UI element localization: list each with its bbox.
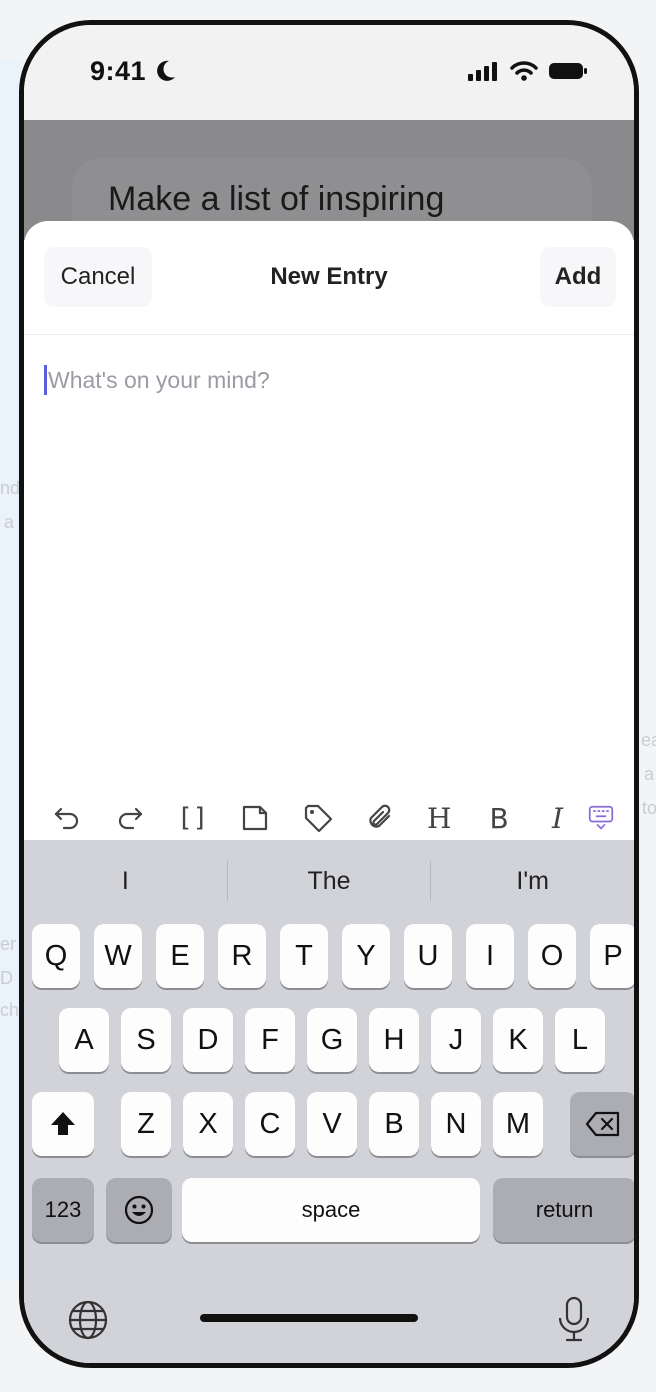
emoji-key[interactable] (106, 1178, 172, 1242)
cellular-signal-icon (468, 61, 500, 86)
shift-icon (51, 1112, 75, 1135)
add-button[interactable]: Add (540, 247, 616, 307)
status-time: 9:41 (90, 56, 147, 86)
background-text: D (0, 968, 13, 988)
key-u[interactable]: U (404, 924, 452, 988)
status-icons (468, 61, 588, 86)
suggestion-bar: I The I'm (24, 840, 634, 922)
suggestion-item[interactable]: The (228, 861, 432, 901)
italic-icon[interactable]: I (548, 795, 584, 841)
tag-icon[interactable] (298, 795, 361, 841)
key-t[interactable]: T (280, 924, 328, 988)
key-i[interactable]: I (466, 924, 514, 988)
brackets-label: [] (177, 803, 209, 833)
italic-label: I (552, 801, 564, 835)
return-key[interactable]: return (493, 1178, 634, 1242)
brackets-icon[interactable]: [] (173, 795, 236, 841)
sheet-title-label: New Entry (270, 263, 388, 290)
key-x[interactable]: X (183, 1092, 233, 1156)
key-s[interactable]: S (121, 1008, 171, 1072)
key-g[interactable]: G (307, 1008, 357, 1072)
globe-icon[interactable] (66, 1298, 110, 1347)
background-text: er (0, 934, 17, 954)
key-o[interactable]: O (528, 924, 576, 988)
background-text: ch (0, 1000, 20, 1020)
key-m[interactable]: M (493, 1092, 543, 1156)
key-e[interactable]: E (156, 924, 204, 988)
key-c[interactable]: C (245, 1092, 295, 1156)
software-keyboard: I The I'm Q W E R T Y U I O P A S D F G … (24, 840, 634, 1363)
key-y[interactable]: Y (342, 924, 390, 988)
background-text: to (642, 798, 656, 818)
keyboard-bottom-bar (24, 1290, 634, 1360)
entry-text-area[interactable]: What's on your mind? (44, 361, 604, 761)
sheet-header: Cancel New Entry Add (24, 221, 634, 335)
text-caret (44, 365, 47, 395)
microphone-icon[interactable] (556, 1296, 592, 1349)
heading-icon[interactable]: H (423, 795, 486, 841)
key-p[interactable]: P (590, 924, 634, 988)
key-j[interactable]: J (431, 1008, 481, 1072)
formatting-toolbar: [] H B I (24, 791, 634, 845)
key-q[interactable]: Q (32, 924, 80, 988)
key-k[interactable]: K (493, 1008, 543, 1072)
home-indicator (200, 1314, 418, 1322)
battery-icon (548, 61, 588, 86)
redo-icon[interactable] (111, 795, 174, 841)
bold-icon[interactable]: B (486, 795, 549, 841)
background-text: a (644, 764, 655, 784)
suggestion-item[interactable]: I'm (431, 861, 634, 901)
bold-label: B (489, 801, 509, 835)
backspace-icon (585, 1111, 620, 1137)
space-key[interactable]: space (182, 1178, 480, 1242)
undo-icon[interactable] (48, 795, 111, 841)
key-b[interactable]: B (369, 1092, 419, 1156)
wifi-icon (510, 61, 538, 86)
key-f[interactable]: F (245, 1008, 295, 1072)
status-bar: 9:41 (24, 25, 634, 120)
heading-label: H (427, 801, 452, 835)
key-d[interactable]: D (183, 1008, 233, 1072)
key-a[interactable]: A (59, 1008, 109, 1072)
phone-frame: 9:41 Make a list of inspiring Cancel New… (19, 20, 639, 1368)
key-h[interactable]: H (369, 1008, 419, 1072)
key-r[interactable]: R (218, 924, 266, 988)
key-z[interactable]: Z (121, 1092, 171, 1156)
new-entry-sheet: Cancel New Entry Add What's on your mind… (24, 221, 634, 1363)
key-l[interactable]: L (555, 1008, 605, 1072)
attachment-icon[interactable] (361, 795, 424, 841)
moon-icon (155, 59, 177, 88)
numbers-key[interactable]: 123 (32, 1178, 94, 1242)
background-card-text: Make a list of inspiring (108, 180, 445, 218)
suggestion-item[interactable]: I (24, 861, 228, 901)
background-text: nd (0, 478, 21, 498)
background-text: ea (641, 730, 656, 750)
key-w[interactable]: W (94, 924, 142, 988)
background-text: a (4, 512, 15, 532)
key-v[interactable]: V (307, 1092, 357, 1156)
keyboard-dismiss-icon[interactable] (584, 795, 614, 841)
shift-key[interactable] (32, 1092, 94, 1156)
key-n[interactable]: N (431, 1092, 481, 1156)
emoji-icon (124, 1195, 154, 1225)
note-icon[interactable] (236, 795, 299, 841)
delete-key[interactable] (570, 1092, 634, 1156)
entry-placeholder: What's on your mind? (48, 367, 270, 393)
